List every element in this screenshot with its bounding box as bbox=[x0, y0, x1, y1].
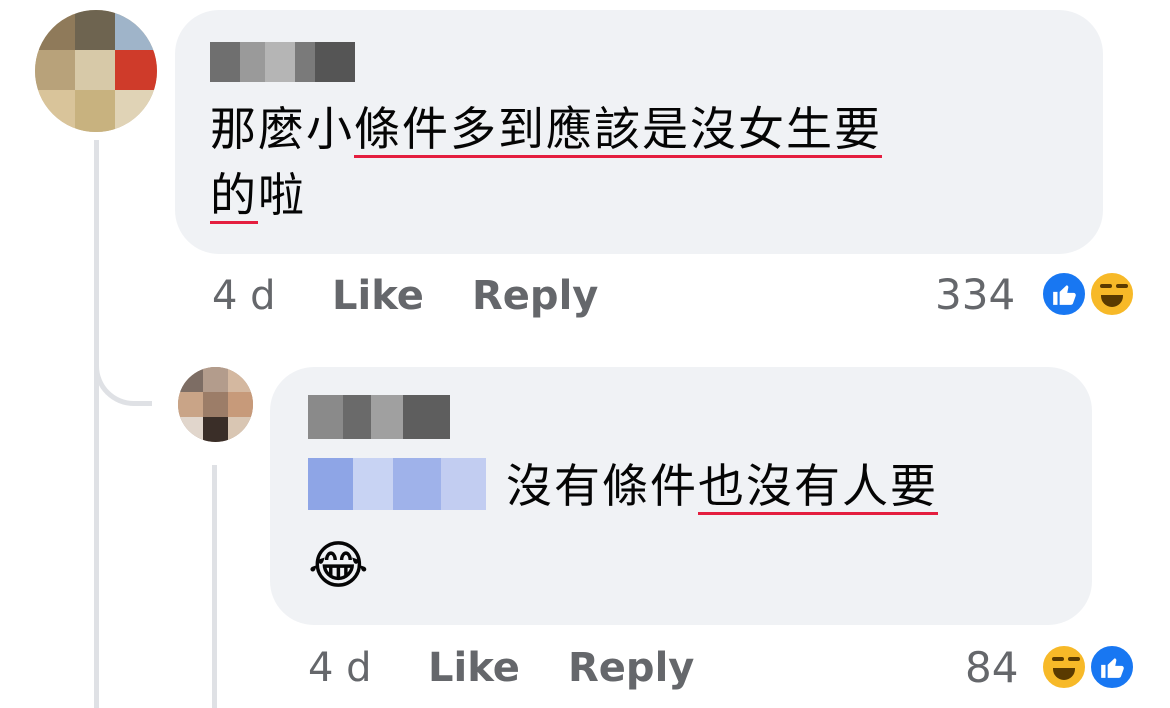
timestamp[interactable]: 4 d bbox=[308, 645, 372, 691]
mentioned-user-link[interactable] bbox=[308, 458, 486, 510]
author-name[interactable] bbox=[210, 42, 355, 82]
comment-text: 那麼小條件多到應該是沒女生要 的啦 bbox=[210, 102, 882, 222]
reaction-count[interactable]: 84 bbox=[965, 643, 1018, 692]
haha-icon[interactable] bbox=[1040, 643, 1088, 691]
avatar[interactable] bbox=[178, 367, 253, 442]
comment-bubble: 那麼小條件多到應該是沒女生要 的啦 bbox=[175, 10, 1103, 254]
thread-line-main bbox=[94, 140, 99, 708]
avatar[interactable] bbox=[35, 10, 157, 132]
like-icon[interactable] bbox=[1040, 270, 1088, 318]
comment-text: 沒有條件也沒有人要 bbox=[308, 453, 938, 519]
haha-icon[interactable] bbox=[1088, 270, 1136, 318]
comment-bubble: 沒有條件也沒有人要 😂 bbox=[270, 367, 1092, 625]
thread-line-reply bbox=[212, 465, 217, 708]
like-icon[interactable] bbox=[1088, 643, 1136, 691]
like-button[interactable]: Like bbox=[332, 273, 424, 319]
author-name[interactable] bbox=[308, 395, 450, 439]
reply-button[interactable]: Reply bbox=[568, 645, 694, 691]
like-button[interactable]: Like bbox=[428, 645, 520, 691]
thread-branch-curve bbox=[94, 340, 152, 406]
timestamp[interactable]: 4 d bbox=[212, 273, 276, 319]
emoji-face-with-tears-of-joy: 😂 bbox=[308, 536, 369, 596]
reply-button[interactable]: Reply bbox=[472, 273, 598, 319]
reaction-count[interactable]: 334 bbox=[935, 270, 1015, 319]
